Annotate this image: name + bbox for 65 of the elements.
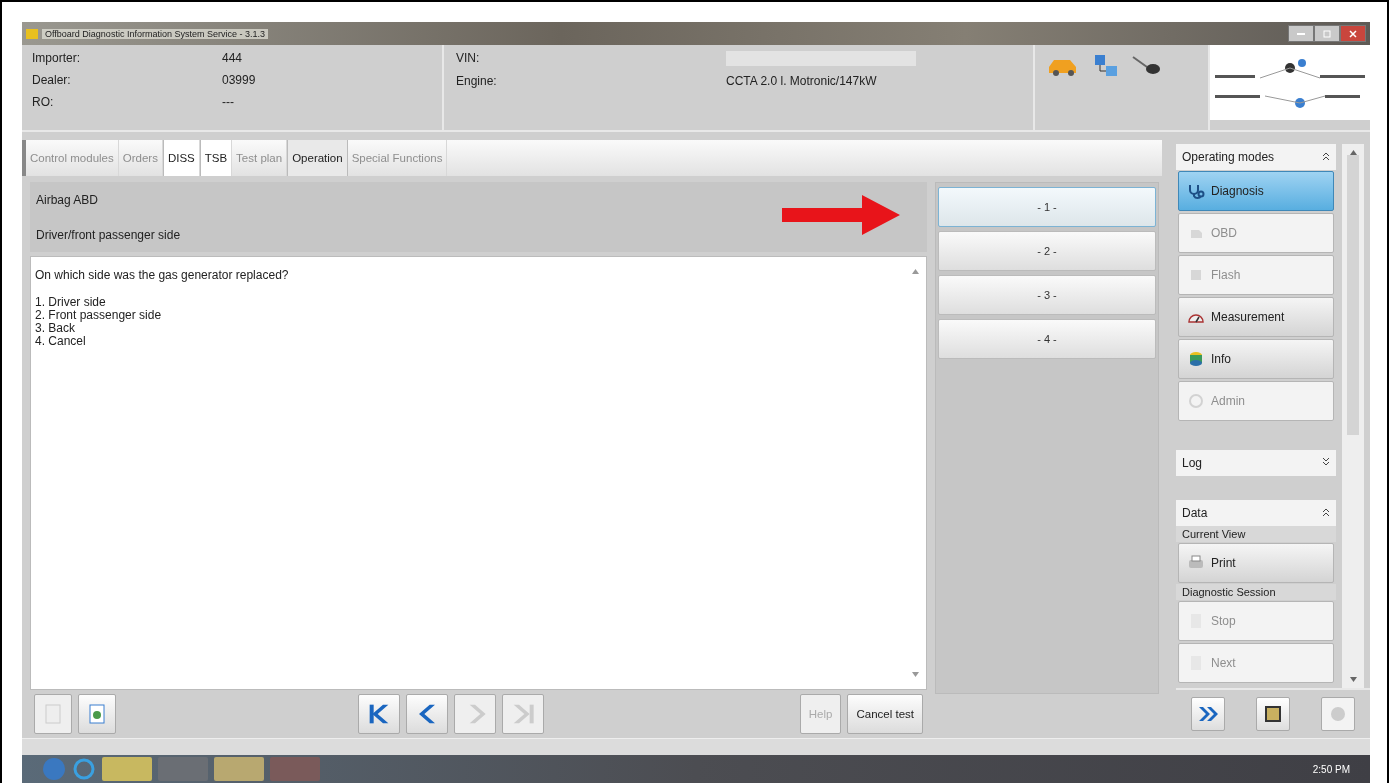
tab[interactable]: DISS — [162, 140, 200, 176]
group-title: Diagnostic Session — [1176, 584, 1336, 600]
answer-button[interactable]: - 3 - — [938, 275, 1156, 315]
field-value: --- — [222, 95, 235, 109]
mode-button[interactable]: Measurement — [1178, 297, 1334, 337]
nav-button[interactable] — [358, 694, 400, 734]
document-icon — [44, 703, 62, 725]
answer-button[interactable]: - 2 - — [938, 231, 1156, 271]
nav-button[interactable] — [406, 694, 448, 734]
window-title: Offboard Diagnostic Information System Service - 3.1.3 — [42, 28, 268, 39]
close-button[interactable] — [1340, 25, 1366, 42]
start-icon[interactable] — [42, 757, 66, 781]
mode-button[interactable]: Diagnosis — [1178, 171, 1334, 211]
browser-icon[interactable] — [72, 757, 96, 781]
network-icon[interactable] — [1093, 53, 1120, 79]
field-label: VIN: — [456, 51, 481, 66]
app-icon — [26, 28, 38, 39]
option-text: 1. Driver side — [35, 296, 107, 309]
section-header[interactable]: Log — [1176, 450, 1336, 476]
maximize-icon — [1323, 29, 1331, 38]
clock: 2:50 PM — [1312, 763, 1350, 775]
scroll-down-icon[interactable] — [911, 672, 919, 677]
field-label: RO: — [32, 95, 55, 109]
document-button[interactable] — [34, 694, 72, 734]
section-header[interactable]: Data — [1176, 500, 1336, 526]
maximize-button[interactable] — [1314, 25, 1340, 42]
field-label: Dealer: — [32, 73, 72, 87]
expand-icon — [1322, 457, 1330, 467]
module-title: Airbag ABD — [36, 192, 100, 207]
tab[interactable]: Operation — [287, 140, 348, 176]
mode-button[interactable]: Info — [1178, 339, 1334, 379]
frame-icon — [1264, 705, 1282, 723]
magnifier-document-icon — [88, 703, 106, 725]
field-value: 444 — [222, 51, 244, 65]
database-icon — [1187, 350, 1205, 368]
tab[interactable]: TSB — [199, 140, 233, 176]
scroll-up-icon[interactable] — [911, 269, 919, 274]
collapse-icon — [1322, 507, 1330, 517]
fullscreen-button[interactable] — [1256, 697, 1290, 731]
question-text: On which side was the gas generator replaced? — [35, 269, 290, 282]
stethoscope-icon — [1187, 182, 1205, 200]
close-icon — [1349, 29, 1357, 38]
collapse-icon — [1322, 151, 1330, 161]
action-button[interactable]: Print — [1178, 543, 1334, 583]
double-chevron-icon — [1198, 706, 1219, 722]
minimize-icon — [1297, 32, 1305, 35]
option-text: 3. Back — [35, 322, 77, 335]
option-text: 2. Front passenger side — [35, 309, 163, 322]
option-text: 4. Cancel — [35, 335, 87, 348]
field-label: Engine: — [456, 74, 498, 88]
scrollbar[interactable] — [1342, 144, 1364, 688]
forward-button[interactable] — [1191, 697, 1226, 731]
exit-button[interactable] — [1320, 697, 1355, 731]
field-value: 03999 — [222, 73, 257, 87]
group-title: Current View — [1176, 526, 1336, 542]
answer-button[interactable]: - 1 - — [938, 187, 1156, 227]
section-header[interactable]: Operating modes — [1176, 144, 1336, 170]
field-value: CCTA 2.0 l. Motronic/147kW — [726, 74, 878, 88]
field-label: Importer: — [32, 51, 81, 65]
scroll-down-icon[interactable] — [1349, 677, 1357, 682]
module-subtitle: Driver/front passenger side — [36, 227, 182, 242]
toolbar-button[interactable]: Cancel test — [847, 694, 923, 734]
minimize-button[interactable] — [1288, 25, 1314, 42]
preview-button[interactable] — [78, 694, 116, 734]
answer-button[interactable]: - 4 - — [938, 319, 1156, 359]
